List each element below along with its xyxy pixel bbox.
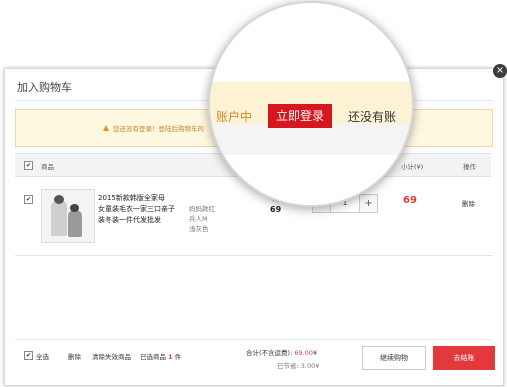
continue-shopping-button[interactable]: 继续购物 <box>362 346 426 370</box>
total: 合计(不含运费): 69.00¥ <box>246 347 317 357</box>
warning-icon: ▲ <box>103 123 110 132</box>
header-checkbox[interactable]: ✔ <box>24 161 33 170</box>
lens-account-text: 账户中 <box>216 110 253 124</box>
selected-count: 已选商品 1 件 <box>140 351 181 361</box>
item-checkbox[interactable]: ✔ <box>24 195 33 204</box>
total-amount: 69.00 <box>294 349 313 357</box>
thumbnail-head-adult <box>54 195 64 204</box>
thumbnail-head-child <box>70 204 79 212</box>
thumbnail-figure-adult <box>51 200 67 236</box>
saved-label: 已节省: <box>277 362 299 370</box>
header-product: 商品 <box>41 163 54 171</box>
delete-item-link[interactable]: 删除 <box>462 198 475 208</box>
saved-value: 3.00¥ <box>300 362 320 370</box>
total-currency: ¥ <box>312 349 318 357</box>
thumbnail-figure-child <box>68 210 82 237</box>
selected-label: 已选商品 <box>140 353 166 361</box>
current-price: 69 <box>270 205 282 214</box>
attribute-line: 兵人M <box>189 215 208 223</box>
delete-selected-link[interactable]: 删除 <box>68 351 81 361</box>
product-thumbnail[interactable] <box>41 189 95 243</box>
clear-invalid-link[interactable]: 清除失效商品 <box>92 351 131 361</box>
product-name[interactable]: 2015新款韩版全家母 女童装毛衣一家三口亲子 装冬装一件代发批发 <box>98 193 178 226</box>
selected-number: 1 <box>168 353 173 361</box>
cart-footer: ✔ 全选 删除 清除失效商品 已选商品 1 件 合计(不含运费): 69.00¥… <box>15 339 495 376</box>
product-name-line: 2015新款韩版全家母 <box>98 194 165 202</box>
select-all-label[interactable]: 全选 <box>36 351 49 361</box>
product-name-line: 装冬装一件代发批发 <box>98 216 161 224</box>
close-icon[interactable]: × <box>493 64 507 78</box>
alert-message: 您还没有登录！登陆后购物车的 <box>113 125 204 133</box>
product-name-line: 女童装毛衣一家三口亲子 <box>98 205 175 213</box>
lens-no-account-text: 还没有账 <box>348 110 397 124</box>
attribute-line: 妈妈款红 <box>189 205 215 213</box>
lens-top-area <box>210 3 412 82</box>
selected-unit: 件 <box>174 353 182 361</box>
magnifier-lens: 账户中 立即登录 还没有账 <box>208 1 414 207</box>
product-attributes: 妈妈款红 兵人M 浅灰色 <box>189 204 215 234</box>
header-operation: 操作 <box>463 163 476 171</box>
saved-amount: 已节省: 3.00¥ <box>277 360 319 370</box>
row-divider <box>15 255 493 256</box>
dialog-title: 加入购物车 <box>17 81 72 94</box>
checkout-button[interactable]: 去结账 <box>433 346 495 370</box>
total-label: 合计(不含运费): <box>246 349 293 357</box>
lens-body-area <box>210 155 412 205</box>
attribute-line: 浅灰色 <box>189 225 209 233</box>
login-now-button[interactable]: 立即登录 <box>268 104 332 128</box>
select-all-checkbox[interactable]: ✔ <box>24 351 33 360</box>
